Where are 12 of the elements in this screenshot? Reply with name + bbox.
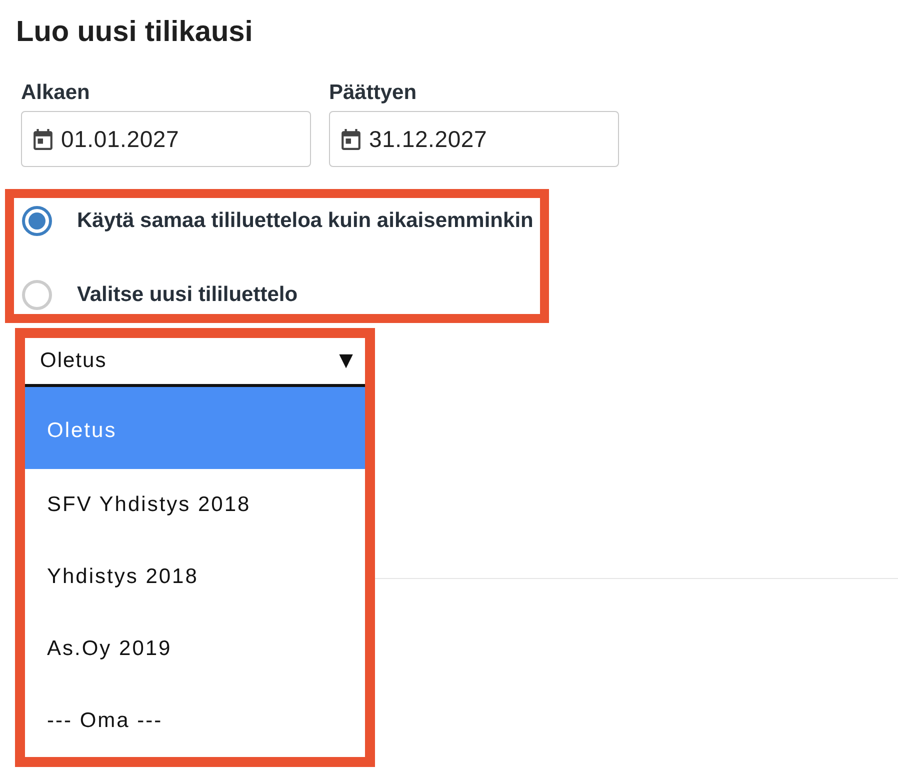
radio-option[interactable]: Valitse uusi tililuettelo [14,277,298,313]
radio-icon[interactable] [22,280,52,310]
calendar-icon [340,128,362,150]
date-field[interactable]: 31.12.2027 [329,111,619,167]
calendar-icon [32,128,54,150]
field-label: Päättyen [329,81,417,105]
page-title: Luo uusi tilikausi [16,15,253,49]
radio-icon[interactable] [22,206,52,236]
radio-option[interactable]: Käytä samaa tililuetteloa kuin aikaisemminkin [14,203,534,239]
date-field[interactable]: 01.01.2027 [21,111,311,167]
caret-icon: ▼ [339,351,353,371]
field-label: Alkaen [21,81,90,105]
